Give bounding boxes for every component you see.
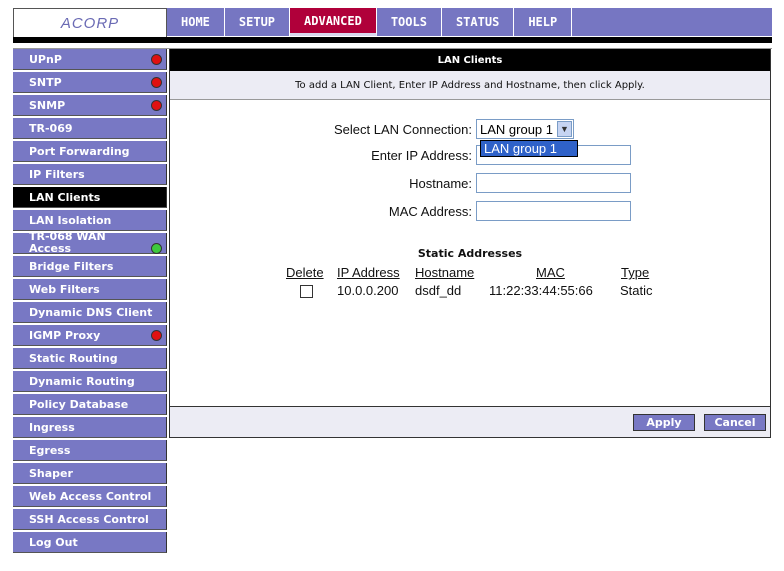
sidebar-item-lan-isolation[interactable]: LAN Isolation [13, 210, 167, 231]
hostname-input[interactable] [476, 173, 631, 193]
ip-label: Enter IP Address: [371, 147, 472, 163]
sidebar-item-label: Dynamic Routing [29, 374, 135, 388]
sidebar-item-label: Egress [29, 443, 71, 457]
mac-row: MAC Address: [272, 201, 631, 221]
tab-home[interactable]: HOME [167, 8, 225, 36]
static-addresses-table: Delete IP Address Hostname MAC Type 10.0… [170, 265, 770, 305]
logo-text: ACORP [60, 15, 120, 32]
sidebar-item-label: Policy Database [29, 397, 129, 411]
status-red-icon [151, 100, 162, 111]
sidebar-item-shaper[interactable]: Shaper [13, 463, 167, 484]
sidebar-item-ip-filters[interactable]: IP Filters [13, 164, 167, 185]
sidebar-item-web-access-control[interactable]: Web Access Control [13, 486, 167, 507]
sidebar-item-label: Web Access Control [29, 489, 152, 503]
hostname-label: Hostname: [409, 175, 472, 191]
column-header-delete: Delete [286, 265, 324, 280]
sidebar-item-web-filters[interactable]: Web Filters [13, 279, 167, 300]
sidebar-item-label: Port Forwarding [29, 144, 130, 158]
sidebar-item-label: TR-068 WAN Access [29, 230, 106, 255]
sidebar-item-label: LAN Clients [29, 190, 101, 204]
cancel-button[interactable]: Cancel [704, 414, 766, 431]
status-red-icon [151, 330, 162, 341]
sidebar-item-label: TR-069 [29, 121, 73, 135]
sidebar-item-dynamic-dns-client[interactable]: Dynamic DNS Client [13, 302, 167, 323]
sidebar-item-tr068-wan-access[interactable]: TR-068 WAN Access [13, 230, 167, 255]
sidebar-item-upnp[interactable]: UPnP [13, 49, 167, 70]
lan-connection-select[interactable]: LAN group 1 ▼ [476, 119, 574, 139]
sidebar-item-label: IP Filters [29, 167, 85, 181]
dropdown-option[interactable]: LAN group 1 [480, 140, 578, 157]
sidebar-item-lan-clients[interactable]: LAN Clients [13, 187, 167, 208]
sidebar-item-egress[interactable]: Egress [13, 440, 167, 461]
chevron-down-icon[interactable]: ▼ [557, 121, 572, 137]
tab-advanced[interactable]: ADVANCED [290, 8, 377, 36]
sidebar-item-label: UPnP [29, 52, 62, 66]
delete-checkbox[interactable] [300, 285, 313, 298]
row-mac: 11:22:33:44:55:66 [489, 283, 593, 298]
sidebar-item-sntp[interactable]: SNTP [13, 72, 167, 93]
top-navigation: HOME SETUP ADVANCED TOOLS STATUS HELP [167, 8, 772, 36]
sidebar-item-ingress[interactable]: Ingress [13, 417, 167, 438]
tab-tools[interactable]: TOOLS [377, 8, 442, 36]
mac-label: MAC Address: [388, 203, 472, 219]
sidebar-item-snmp[interactable]: SNMP [13, 95, 167, 116]
tab-status[interactable]: STATUS [442, 8, 515, 36]
logo: ACORP [13, 8, 167, 39]
sidebar-item-label: Dynamic DNS Client [29, 305, 153, 319]
sidebar-item-label: SSH Access Control [29, 512, 149, 526]
sidebar-item-ssh-access-control[interactable]: SSH Access Control [13, 509, 167, 530]
column-header-type: Type [621, 265, 650, 280]
sidebar-item-label: IGMP Proxy [29, 328, 101, 342]
sidebar-item-igmp-proxy[interactable]: IGMP Proxy [13, 325, 167, 346]
status-green-icon [151, 243, 162, 254]
sidebar-item-port-forwarding[interactable]: Port Forwarding [13, 141, 167, 162]
column-header-hostname: Hostname [415, 265, 475, 280]
select-lan-label: Select LAN Connection: [333, 121, 472, 137]
row-type: Static [620, 283, 653, 298]
sidebar-item-label: LAN Isolation [29, 213, 112, 227]
sidebar-item-label: Static Routing [29, 351, 118, 365]
status-red-icon [151, 77, 162, 88]
row-ip: 10.0.0.200 [337, 283, 399, 298]
static-addresses-title: Static Addresses [417, 247, 523, 260]
select-value: LAN group 1 [480, 121, 553, 137]
sidebar-item-static-routing[interactable]: Static Routing [13, 348, 167, 369]
button-bar: Apply Cancel [170, 406, 770, 437]
sidebar-item-label: Shaper [29, 466, 73, 480]
mac-address-input[interactable] [476, 201, 631, 221]
sidebar-item-policy-database[interactable]: Policy Database [13, 394, 167, 415]
sidebar: UPnP SNTP SNMP TR-069 Port Forwarding IP… [13, 49, 167, 555]
column-header-ip: IP Address [337, 265, 400, 280]
column-header-mac: MAC [536, 265, 565, 280]
sidebar-item-label: Ingress [29, 420, 75, 434]
sidebar-item-dynamic-routing[interactable]: Dynamic Routing [13, 371, 167, 392]
sidebar-item-label: SNTP [29, 75, 62, 89]
sidebar-item-bridge-filters[interactable]: Bridge Filters [13, 256, 167, 277]
sidebar-item-label: Bridge Filters [29, 259, 114, 273]
instruction-text: To add a LAN Client, Enter IP Address an… [170, 71, 770, 100]
main-panel: LAN Clients To add a LAN Client, Enter I… [169, 49, 771, 438]
sidebar-item-label: Web Filters [29, 282, 100, 296]
page-title: LAN Clients [170, 49, 770, 71]
tab-help[interactable]: HELP [514, 8, 573, 36]
sidebar-item-label: SNMP [29, 98, 66, 112]
sidebar-item-log-out[interactable]: Log Out [13, 532, 167, 553]
tab-setup[interactable]: SETUP [225, 8, 291, 36]
select-lan-row: Select LAN Connection: LAN group 1 ▼ [272, 119, 574, 139]
apply-button[interactable]: Apply [633, 414, 695, 431]
row-hostname: dsdf_dd [415, 283, 462, 298]
hostname-row: Hostname: [272, 173, 631, 193]
status-red-icon [151, 54, 162, 65]
sidebar-item-label: Log Out [29, 535, 78, 549]
sidebar-item-tr069[interactable]: TR-069 [13, 118, 167, 139]
